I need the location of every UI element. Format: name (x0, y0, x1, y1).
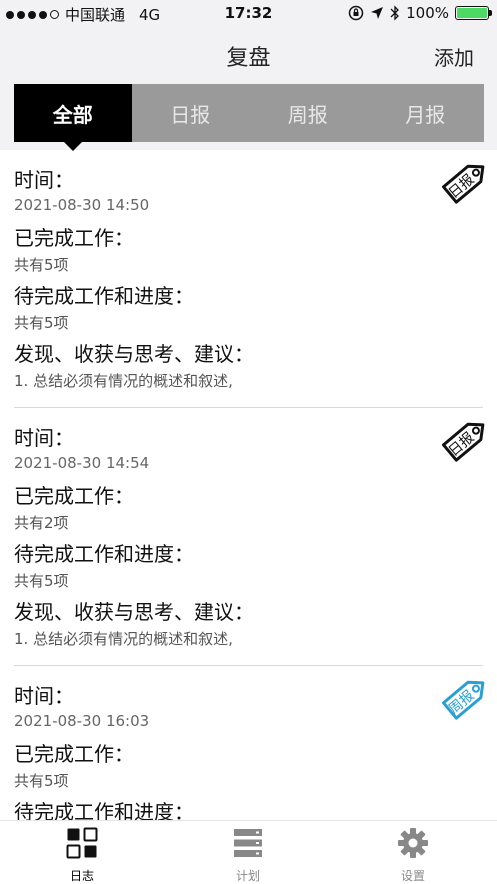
tab-daily[interactable]: 日报 (132, 84, 250, 142)
battery-icon (455, 6, 492, 20)
todo-label: 待完成工作和进度： (14, 800, 194, 820)
tabbar-label: 日志 (69, 869, 94, 883)
time-value: 2021-08-30 14:50 (14, 196, 150, 214)
status-right: 100% (348, 4, 492, 22)
entry-card[interactable]: 时间： 2021-08-30 14:54 已完成工作： 共有2项 待完成工作和进… (0, 408, 497, 666)
done-value: 共有2项 (14, 514, 69, 532)
bluetooth-icon (390, 5, 400, 21)
entry-list[interactable]: 时间： 2021-08-30 14:50 已完成工作： 共有5项 待完成工作和进… (0, 150, 497, 820)
entry-card[interactable]: 时间： 2021-08-30 14:50 已完成工作： 共有5项 待完成工作和进… (0, 150, 497, 408)
tabbar-label: 设置 (400, 869, 425, 883)
entry-card[interactable]: 时间： 2021-08-30 16:03 已完成工作： 共有5项 待完成工作和进… (0, 666, 497, 820)
todo-value: 共有5项 (14, 572, 69, 590)
time-label: 时间： (14, 684, 74, 708)
tabbar-label: 计划 (235, 869, 260, 883)
tab-all[interactable]: 全部 (14, 84, 132, 151)
done-value: 共有5项 (14, 772, 69, 790)
battery-percent: 100% (406, 4, 449, 22)
todo-label: 待完成工作和进度： (14, 542, 194, 566)
insight-value: 1. 总结必须有情况的概述和叙述, (14, 630, 233, 648)
grid-icon (66, 827, 98, 859)
nav-bar: 复盘 添加 (0, 28, 497, 84)
filter-tabs-container: 全部 日报 周报 月报 (0, 84, 497, 151)
todo-label: 待完成工作和进度： (14, 284, 194, 308)
daily-tag-icon: 日报 (441, 422, 485, 462)
add-button[interactable]: 添加 (434, 42, 474, 71)
tabbar-item-log[interactable]: 日志 (42, 827, 122, 884)
time-label: 时间： (14, 168, 74, 192)
gear-icon (398, 828, 428, 858)
status-bar: 中国联通 4G 17:32 100% (0, 0, 497, 28)
bottom-tab-bar: 日志 计划 设置 (0, 820, 497, 884)
insight-value: 1. 总结必须有情况的概述和叙述, (14, 372, 233, 390)
done-label: 已完成工作： (14, 742, 134, 766)
time-value: 2021-08-30 14:54 (14, 454, 150, 472)
done-value: 共有5项 (14, 256, 69, 274)
location-icon (371, 7, 384, 19)
list-icon (234, 829, 262, 857)
insight-label: 发现、收获与思考、建议： (14, 342, 254, 366)
done-label: 已完成工作： (14, 484, 134, 508)
tab-weekly[interactable]: 周报 (249, 84, 367, 142)
page-title: 复盘 (226, 46, 271, 71)
done-label: 已完成工作： (14, 226, 134, 250)
orientation-lock-icon (348, 5, 364, 21)
tabbar-item-settings[interactable]: 设置 (373, 827, 453, 884)
daily-tag-icon: 日报 (441, 164, 485, 204)
todo-value: 共有5项 (14, 314, 69, 332)
time-value: 2021-08-30 16:03 (14, 712, 150, 730)
time-label: 时间： (14, 426, 74, 450)
weekly-tag-icon: 周报 (441, 680, 485, 720)
tab-monthly[interactable]: 月报 (367, 84, 485, 142)
tabbar-item-plan[interactable]: 计划 (208, 827, 288, 884)
filter-tabs: 全部 日报 周报 月报 (14, 84, 485, 151)
insight-label: 发现、收获与思考、建议： (14, 600, 254, 624)
